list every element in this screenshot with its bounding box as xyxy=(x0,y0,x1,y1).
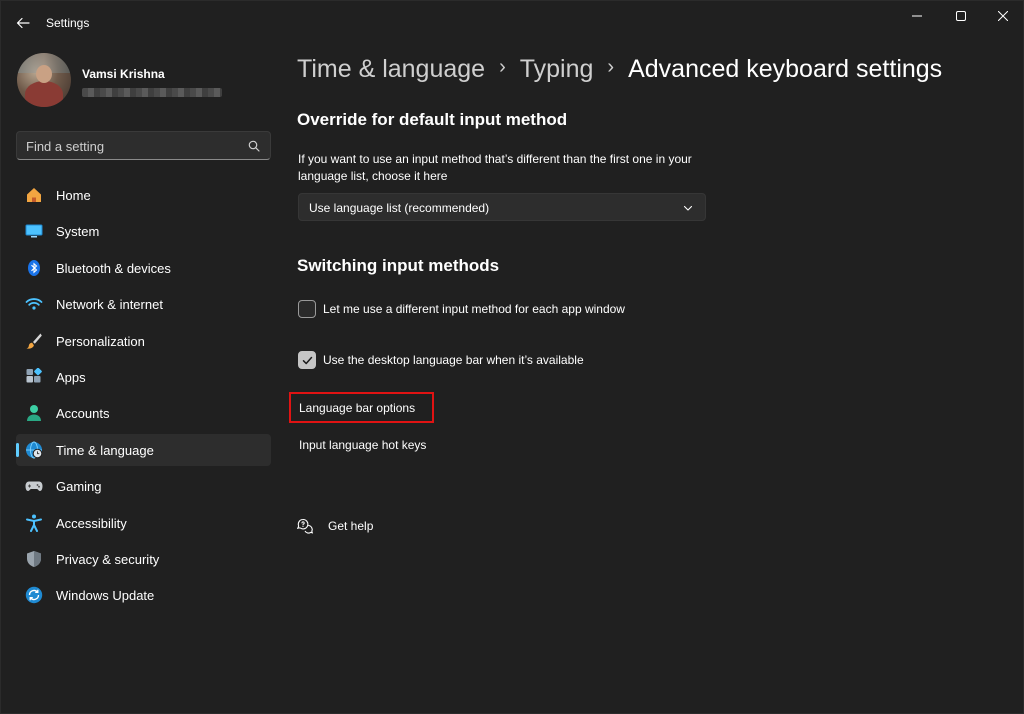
per-app-input-option[interactable]: Let me use a different input method for … xyxy=(298,299,625,319)
sidebar-item-system[interactable]: System xyxy=(16,215,271,247)
checkmark-icon xyxy=(302,356,312,364)
gamepad-icon xyxy=(25,477,43,495)
override-section-title: Override for default input method xyxy=(297,110,568,129)
bluetooth-icon xyxy=(25,259,43,277)
sidebar-item-label: Privacy & security xyxy=(56,551,160,567)
sidebar-nav: Home System Bluetooth & devices Network … xyxy=(16,179,271,616)
language-bar-options-link[interactable]: Language bar options xyxy=(299,401,415,415)
title-bar: Settings xyxy=(1,1,1024,45)
search-input[interactable] xyxy=(26,138,236,154)
user-email-redacted xyxy=(82,88,222,97)
avatar[interactable] xyxy=(17,53,71,107)
system-icon xyxy=(25,222,43,240)
back-arrow-icon xyxy=(16,17,30,29)
desktop-language-bar-option[interactable]: Use the desktop language bar when it’s a… xyxy=(298,350,584,370)
back-button[interactable] xyxy=(9,9,37,37)
sidebar-item-time-language[interactable]: Time & language xyxy=(16,433,271,466)
breadcrumb-separator: › xyxy=(499,56,506,78)
search-box[interactable] xyxy=(16,131,271,160)
maximize-icon xyxy=(956,11,966,21)
minimize-icon xyxy=(912,15,922,17)
dropdown-selected-value: Use language list (recommended) xyxy=(309,201,490,215)
get-help-row[interactable]: Get help xyxy=(297,516,373,536)
settings-window: Settings Vamsi Krishna Find a setting Ho… xyxy=(0,0,1024,714)
sidebar-item-accounts[interactable]: Accounts xyxy=(16,397,271,429)
sidebar-item-label: Accounts xyxy=(56,406,110,422)
shield-icon xyxy=(25,550,43,568)
get-help-link[interactable]: Get help xyxy=(328,519,373,533)
desktop-language-bar-checkbox[interactable] xyxy=(298,351,316,369)
globe-clock-icon xyxy=(25,441,43,459)
home-icon xyxy=(25,186,43,204)
close-icon xyxy=(998,11,1008,21)
breadcrumb-separator: › xyxy=(607,56,615,78)
sidebar-item-label: Personalization xyxy=(56,333,145,349)
update-icon xyxy=(25,586,43,604)
sidebar-item-home[interactable]: Home xyxy=(16,179,271,211)
sidebar-item-network[interactable]: Network & internet xyxy=(16,288,271,320)
sidebar-item-accessibility[interactable]: Accessibility xyxy=(16,507,271,539)
breadcrumb-time-language[interactable]: Time & language xyxy=(297,55,485,84)
per-app-input-checkbox[interactable] xyxy=(298,300,316,318)
input-method-dropdown[interactable]: Use language list (recommended) xyxy=(298,193,706,221)
breadcrumb: Time & language › Typing › Advanced keyb… xyxy=(297,55,942,84)
sidebar-item-bluetooth[interactable]: Bluetooth & devices xyxy=(16,252,271,284)
sidebar-item-label: Gaming xyxy=(56,479,102,495)
person-icon xyxy=(25,404,43,422)
sidebar-item-label: Apps xyxy=(56,369,86,385)
input-language-hot-keys-link[interactable]: Input language hot keys xyxy=(299,438,426,452)
wifi-icon xyxy=(25,295,43,313)
per-app-input-label: Let me use a different input method for … xyxy=(323,302,625,316)
sidebar-item-apps[interactable]: Apps xyxy=(16,361,271,393)
accessibility-icon xyxy=(25,514,43,532)
sidebar-item-label: Time & language xyxy=(56,442,154,458)
sidebar-item-label: System xyxy=(56,224,100,240)
sidebar-item-label: Home xyxy=(56,188,91,203)
user-name: Vamsi Krishna xyxy=(82,67,165,81)
help-chat-icon xyxy=(297,518,314,534)
sidebar-item-label: Accessibility xyxy=(56,515,127,531)
brush-icon xyxy=(25,332,43,350)
sidebar-item-label: Windows Update xyxy=(56,588,155,604)
sidebar-item-windows-update[interactable]: Windows Update xyxy=(16,579,271,611)
sidebar-item-label: Bluetooth & devices xyxy=(56,260,171,276)
maximize-button[interactable] xyxy=(939,5,983,27)
sidebar-item-label: Network & internet xyxy=(56,297,163,313)
switching-section-title: Switching input methods xyxy=(297,256,500,275)
search-icon xyxy=(248,140,260,152)
app-title: Settings xyxy=(46,16,90,30)
sidebar-item-privacy[interactable]: Privacy & security xyxy=(16,543,271,575)
breadcrumb-typing[interactable]: Typing xyxy=(520,55,594,84)
close-button[interactable] xyxy=(981,5,1024,27)
page-title: Advanced keyboard settings xyxy=(628,55,943,83)
apps-icon xyxy=(25,367,43,386)
override-description: If you want to use an input method that’… xyxy=(298,152,692,183)
sidebar-item-gaming[interactable]: Gaming xyxy=(16,470,271,502)
chevron-down-icon xyxy=(683,205,693,211)
sidebar-item-personalization[interactable]: Personalization xyxy=(16,325,271,357)
desktop-language-bar-label: Use the desktop language bar when it’s a… xyxy=(323,353,584,367)
minimize-button[interactable] xyxy=(895,5,939,27)
